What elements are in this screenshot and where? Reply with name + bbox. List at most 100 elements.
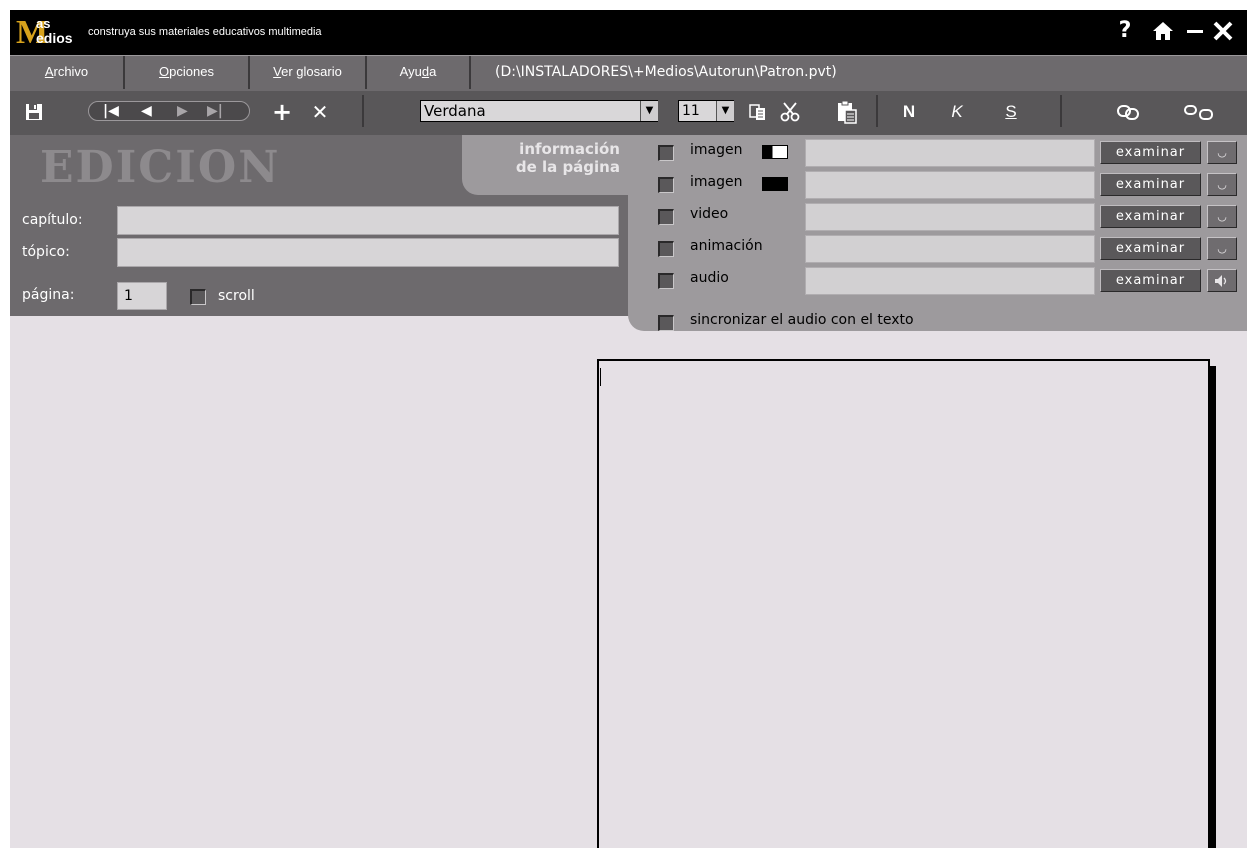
- audio-checkbox[interactable]: [658, 273, 674, 289]
- copy-icon: [749, 104, 765, 120]
- media-row-animation: animación examinar ◡: [628, 231, 1247, 263]
- media-row-video: video examinar ◡: [628, 199, 1247, 231]
- menu-ver-glosario[interactable]: Ver glosario: [250, 56, 367, 89]
- speaker-icon: [1215, 275, 1227, 287]
- help-button[interactable]: ?: [1112, 15, 1138, 47]
- menu-ver-glosario-mnemonic: V: [273, 64, 282, 79]
- audio-browse-button[interactable]: examinar: [1100, 269, 1201, 292]
- menu-ayuda-pre: Ayu: [399, 64, 422, 79]
- chapter-input[interactable]: [117, 206, 619, 235]
- topic-label: tópico:: [22, 244, 70, 260]
- close-button[interactable]: [1210, 15, 1236, 47]
- section-title: EDICION: [40, 142, 281, 193]
- app-window: M as edios construya sus materiales educ…: [10, 10, 1247, 848]
- eye-icon: ◡: [1217, 210, 1227, 223]
- eye-icon: ◡: [1217, 178, 1227, 191]
- scissors-icon: [780, 102, 800, 122]
- animation-label: animación: [690, 238, 763, 254]
- image-1-preview-button[interactable]: ◡: [1207, 141, 1237, 164]
- cut-button[interactable]: [778, 101, 802, 123]
- video-path-input[interactable]: [805, 203, 1095, 231]
- save-icon: [26, 104, 42, 120]
- menu-opciones[interactable]: Opciones: [125, 56, 250, 89]
- video-label: video: [690, 206, 729, 222]
- toolbar: |◀ ◀ ▶ ▶| + ✕ Verdana ▼ 11 ▼ N K S: [10, 91, 1247, 135]
- scroll-checkbox[interactable]: [190, 289, 206, 305]
- menu-ayuda[interactable]: Ayuda: [367, 56, 471, 89]
- home-icon: [1153, 22, 1173, 40]
- first-page-button[interactable]: |◀: [103, 102, 119, 121]
- app-logo: M as edios: [16, 15, 80, 51]
- next-page-button[interactable]: ▶: [177, 102, 188, 121]
- sync-audio-label: sincronizar el audio con el texto: [690, 312, 914, 328]
- chapter-label: capítulo:: [22, 212, 83, 228]
- page-label: página:: [22, 287, 75, 303]
- unlink-icon: [1184, 105, 1213, 120]
- menu-ayuda-mnemonic: d: [421, 64, 430, 79]
- audio-preview-button[interactable]: [1207, 269, 1237, 292]
- home-button[interactable]: [1150, 15, 1176, 47]
- image-1-label: imagen: [690, 142, 743, 158]
- video-preview-button[interactable]: ◡: [1207, 205, 1237, 228]
- last-page-button[interactable]: ▶|: [207, 102, 223, 121]
- page-info-panel: imagen examinar ◡ imagen examinar ◡ vide…: [628, 135, 1247, 331]
- image-2-checkbox[interactable]: [658, 177, 674, 193]
- toolbar-separator: [362, 95, 364, 127]
- image-1-checkbox[interactable]: [658, 145, 674, 161]
- title-bar: M as edios construya sus materiales educ…: [10, 10, 1247, 55]
- image-left-layout-icon: [762, 145, 788, 159]
- text-caret: [600, 368, 601, 386]
- save-button[interactable]: [24, 103, 44, 123]
- paste-icon: [838, 100, 857, 124]
- paste-button[interactable]: [836, 100, 858, 124]
- animation-browse-button[interactable]: examinar: [1100, 237, 1201, 260]
- font-dropdown-arrow-icon[interactable]: ▼: [640, 101, 658, 121]
- toolbar-separator: [1060, 95, 1062, 127]
- menu-opciones-label: pciones: [169, 64, 214, 79]
- image-1-path-input[interactable]: [805, 139, 1095, 167]
- font-size-dropdown-arrow-icon[interactable]: ▼: [716, 101, 734, 121]
- animation-checkbox[interactable]: [658, 241, 674, 257]
- unlink-button[interactable]: [1182, 102, 1216, 124]
- prev-page-button[interactable]: ◀: [141, 102, 152, 121]
- add-page-button[interactable]: +: [270, 97, 294, 127]
- menu-bar: Archivo Opciones Ver glosario Ayuda (D:\…: [10, 55, 1247, 91]
- menu-ayuda-rest: a: [429, 64, 437, 79]
- minimize-button[interactable]: [1182, 15, 1208, 47]
- video-checkbox[interactable]: [658, 209, 674, 225]
- file-path: (D:\INSTALADORES\+Medios\Autorun\Patron.…: [495, 64, 837, 80]
- bold-button[interactable]: N: [898, 99, 920, 125]
- image-1-browse-button[interactable]: examinar: [1100, 141, 1201, 164]
- eye-icon: ◡: [1217, 146, 1227, 159]
- font-family-select[interactable]: Verdana: [420, 100, 658, 122]
- image-2-browse-button[interactable]: examinar: [1100, 173, 1201, 196]
- logo-edios: edios: [36, 30, 73, 46]
- menu-archivo-label: rchivo: [53, 64, 89, 79]
- logo-as: as: [36, 16, 51, 31]
- delete-page-button[interactable]: ✕: [308, 97, 332, 127]
- menu-opciones-mnemonic: O: [159, 64, 170, 79]
- image-2-label: imagen: [690, 174, 743, 190]
- page-navigator: |◀ ◀ ▶ ▶|: [88, 101, 250, 121]
- media-row-image-2: imagen examinar ◡: [628, 167, 1247, 199]
- info-tab-line-1: información: [519, 140, 620, 158]
- scroll-label: scroll: [218, 288, 255, 304]
- animation-path-input[interactable]: [805, 235, 1095, 263]
- menu-archivo[interactable]: Archivo: [10, 56, 125, 89]
- page-info-tab[interactable]: información de la página: [462, 135, 640, 195]
- audio-path-input[interactable]: [805, 267, 1095, 295]
- image-2-preview-button[interactable]: ◡: [1207, 173, 1237, 196]
- page-preview-area[interactable]: [597, 359, 1210, 848]
- underline-button[interactable]: S: [1000, 99, 1022, 125]
- link-button[interactable]: [1116, 102, 1142, 124]
- copy-button[interactable]: [748, 103, 770, 123]
- topic-input[interactable]: [117, 238, 619, 267]
- sync-audio-checkbox[interactable]: [658, 315, 674, 331]
- audio-label: audio: [690, 270, 729, 286]
- italic-button[interactable]: K: [946, 99, 968, 125]
- animation-preview-button[interactable]: ◡: [1207, 237, 1237, 260]
- link-icon: [1117, 105, 1139, 120]
- page-number-input[interactable]: 1: [117, 282, 167, 310]
- image-2-path-input[interactable]: [805, 171, 1095, 199]
- video-browse-button[interactable]: examinar: [1100, 205, 1201, 228]
